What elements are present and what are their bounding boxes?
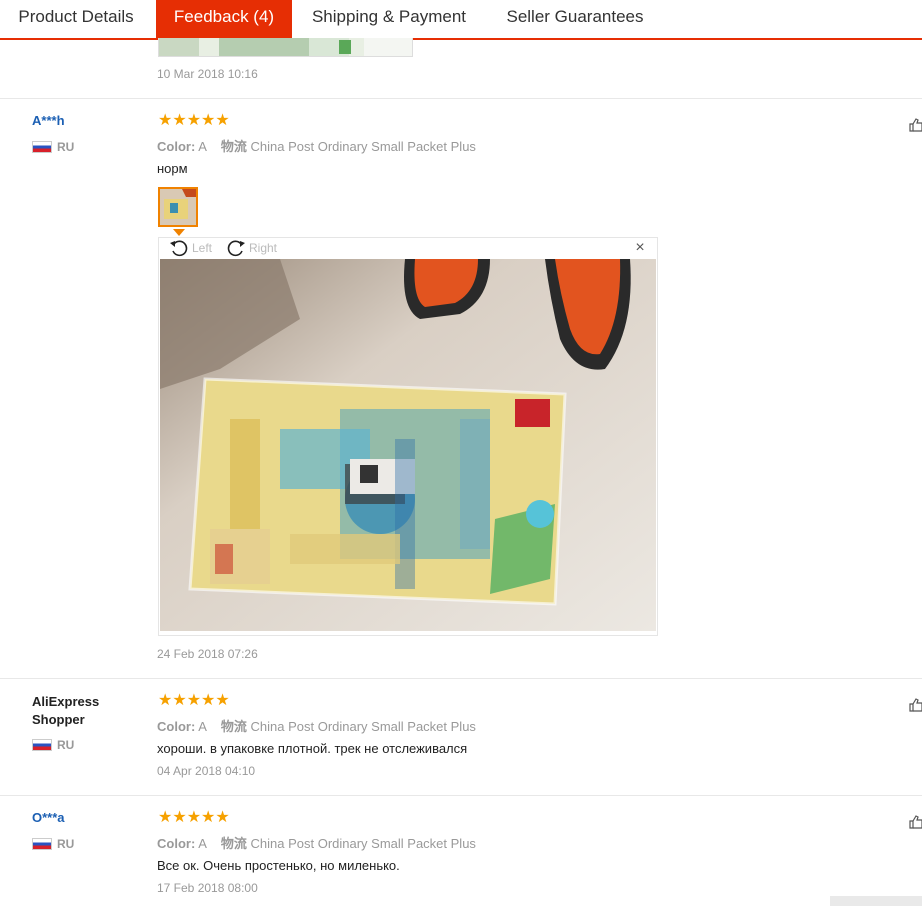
rating-stars: ★★★★★ [158, 809, 230, 826]
review-date: 04 Apr 2018 04:10 [157, 764, 256, 778]
review-divider [0, 678, 922, 679]
review-meta: Color: A 物流 China Post Ordinary Small Pac… [157, 139, 476, 154]
close-icon[interactable]: × [633, 240, 647, 256]
review-divider [0, 795, 922, 796]
russia-flag-icon [32, 837, 52, 850]
rating-stars: ★★★★★ [158, 112, 230, 129]
review-divider [0, 98, 922, 99]
reviewer-name[interactable]: O***a [32, 809, 65, 827]
tab-seller-guarantees[interactable]: Seller Guarantees [490, 0, 660, 38]
reviewer-country: RU [32, 738, 74, 752]
review-text: хороши. в упаковке плотной. трек не отсл… [157, 741, 468, 756]
review-meta: Color: A 物流 China Post Ordinary Small Pac… [157, 719, 476, 734]
photo-viewer-toolbar: Left Right × [159, 238, 657, 258]
thumbs-up-icon[interactable] [909, 698, 922, 712]
tab-shipping-payment[interactable]: Shipping & Payment [296, 0, 482, 38]
reviewer-country: RU [32, 140, 74, 154]
review-date: 10 Mar 2018 10:16 [157, 67, 258, 81]
photo-viewer: Left Right × [158, 237, 658, 636]
tab-bar: Product Details Feedback (4) Shipping & … [0, 0, 922, 40]
review-photo-thumbnail[interactable] [158, 38, 413, 57]
review-text: Все ок. Очень простенько, но миленько. [157, 858, 400, 873]
review-date: 24 Feb 2018 07:26 [157, 647, 258, 661]
review-text: норм [157, 161, 188, 176]
rotate-left-icon [170, 240, 188, 257]
review-photo-large [160, 259, 656, 631]
review-date: 17 Feb 2018 08:00 [157, 881, 258, 895]
thumbnail-pointer [173, 229, 185, 236]
review-photo-thumbnail[interactable] [158, 187, 198, 227]
thumbs-up-icon[interactable] [909, 815, 922, 829]
rotate-right-icon [227, 240, 245, 257]
review-meta: Color: A 物流 China Post Ordinary Small Pac… [157, 836, 476, 851]
thumbs-up-icon[interactable] [909, 118, 922, 132]
reviewer-name: AliExpress Shopper [32, 694, 100, 727]
reviewer-country: RU [32, 837, 74, 851]
rotate-right-button[interactable]: Right [226, 239, 286, 257]
russia-flag-icon [32, 738, 52, 751]
scroll-overlay [830, 896, 922, 906]
tab-feedback[interactable]: Feedback (4) [156, 0, 292, 38]
russia-flag-icon [32, 140, 52, 153]
reviewer-name[interactable]: A***h [32, 112, 65, 130]
rotate-left-button[interactable]: Left [169, 239, 221, 257]
rating-stars: ★★★★★ [158, 692, 230, 709]
tab-product-details[interactable]: Product Details [0, 0, 152, 38]
